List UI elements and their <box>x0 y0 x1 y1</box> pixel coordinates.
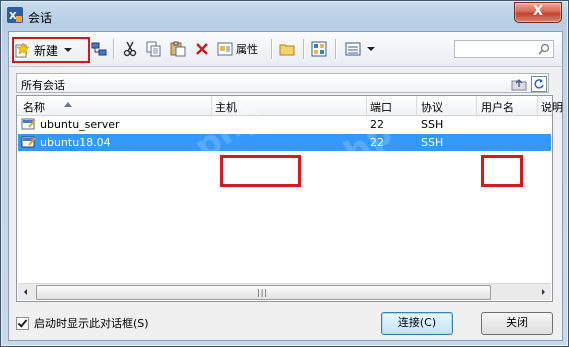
session-manager-button[interactable] <box>311 38 327 60</box>
new-session-icon <box>15 42 30 58</box>
session-list: 名称 主机 端口 协议 用户名 说明 ubuntu_server 22 SSH … <box>16 95 563 302</box>
delete-x-icon <box>196 43 208 55</box>
session-port: 22 <box>370 136 384 149</box>
toolbar-separator <box>335 39 336 59</box>
list-header: 名称 主机 端口 协议 用户名 说明 <box>17 96 563 116</box>
chevron-left-icon <box>24 289 27 295</box>
scroll-right-button[interactable] <box>535 284 551 300</box>
redacted-host-box <box>220 155 301 187</box>
paste-icon <box>170 41 186 57</box>
column-divider[interactable] <box>366 96 367 115</box>
copy-icon <box>146 41 161 57</box>
startup-checkbox-row[interactable]: 启动时显示此对话框(S) <box>16 315 149 331</box>
startup-checkbox-label[interactable]: 启动时显示此对话框(S) <box>34 315 149 331</box>
column-header-host[interactable]: 主机 <box>215 99 237 115</box>
close-button[interactable]: 关闭 <box>481 312 553 335</box>
column-divider[interactable] <box>211 96 212 115</box>
column-header-port[interactable]: 端口 <box>370 99 392 115</box>
horizontal-scrollbar[interactable]: ||| <box>18 283 551 300</box>
scrollbar-grip-icon: ||| <box>257 288 269 297</box>
title-bar[interactable]: X 会话 X <box>1 1 568 31</box>
redacted-username-box <box>481 155 523 187</box>
all-sessions-label: 所有会话 <box>21 79 65 92</box>
cut-button[interactable] <box>122 38 138 60</box>
new-dropdown-arrow-icon[interactable] <box>64 48 73 52</box>
column-header-description[interactable]: 说明 <box>541 99 563 115</box>
new-session-label: 新建 <box>34 43 59 58</box>
folder-path-bar: 所有会话 <box>16 73 549 93</box>
toolbar-separator <box>303 39 304 59</box>
scissors-icon <box>123 41 137 57</box>
search-input[interactable] <box>454 40 554 58</box>
column-header-name[interactable]: 名称 <box>23 99 45 115</box>
folder-icon <box>279 44 295 56</box>
column-divider[interactable] <box>476 96 477 115</box>
session-protocol: SSH <box>421 118 444 131</box>
copy-button[interactable] <box>146 38 162 60</box>
chevron-right-icon <box>542 289 545 295</box>
column-header-username[interactable]: 用户名 <box>481 99 514 115</box>
session-protocol: SSH <box>421 136 444 149</box>
new-session-button[interactable]: 新建 <box>12 37 90 63</box>
session-name: ubuntu18.04 <box>40 136 111 149</box>
view-dropdown-arrow-icon[interactable] <box>367 47 375 51</box>
session-icon <box>21 118 36 130</box>
column-divider[interactable] <box>537 96 538 115</box>
table-row[interactable]: ubuntu_server 22 SSH <box>18 116 551 133</box>
session-icon <box>21 136 36 148</box>
properties-button[interactable]: 属性 <box>217 38 258 60</box>
toolbar-separator <box>113 39 114 59</box>
connect-toolbar-button[interactable] <box>91 38 107 60</box>
view-mode-button[interactable] <box>345 38 375 60</box>
sessions-dialog: X 会话 X 新建 属性 所有会话 名称 主机 端口 协议 用户名 说明 ubu… <box>0 0 569 347</box>
window-title: 会话 <box>28 11 53 25</box>
toolbar: 新建 属性 <box>9 32 562 67</box>
properties-label: 属性 <box>236 43 258 56</box>
dialog-client-area: 新建 属性 所有会话 名称 主机 端口 协议 用户名 说明 ubuntu_ser… <box>8 31 563 341</box>
startup-checkbox[interactable] <box>16 316 29 330</box>
refresh-icon[interactable] <box>531 76 547 92</box>
network-icon <box>91 42 107 56</box>
properties-icon <box>217 42 233 56</box>
session-port: 22 <box>370 118 384 131</box>
table-row-selected[interactable]: ubuntu18.04 22 SSH <box>18 134 551 151</box>
column-divider[interactable] <box>416 96 417 115</box>
window-close-button[interactable]: X <box>514 2 562 23</box>
toolbar-separator <box>271 39 272 59</box>
scroll-left-button[interactable] <box>18 284 34 300</box>
column-header-protocol[interactable]: 协议 <box>421 99 443 115</box>
grid-window-icon <box>311 41 327 57</box>
new-folder-button[interactable] <box>279 38 295 60</box>
folder-up-icon[interactable] <box>511 76 527 92</box>
search-icon <box>538 43 550 55</box>
app-logo-icon: X <box>7 7 23 23</box>
list-view-icon <box>345 42 361 56</box>
sort-ascending-icon <box>64 102 72 107</box>
scrollbar-thumb[interactable]: ||| <box>36 285 491 300</box>
svg-text:X: X <box>9 11 17 22</box>
connect-button[interactable]: 连接(C) <box>381 312 453 335</box>
paste-button[interactable] <box>170 38 186 60</box>
delete-button[interactable] <box>194 38 210 60</box>
session-name: ubuntu_server <box>40 118 120 131</box>
